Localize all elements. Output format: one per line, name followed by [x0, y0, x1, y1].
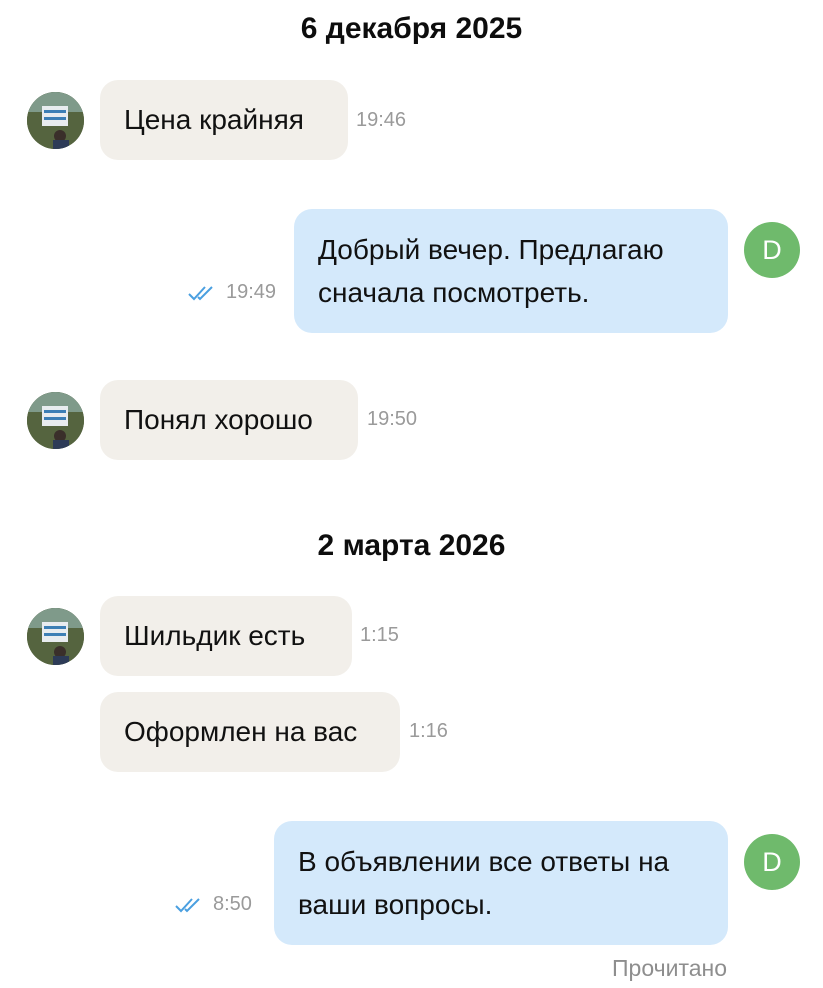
time-label: 1:16 — [409, 720, 448, 742]
time-label: 19:46 — [356, 109, 407, 131]
message-text: Цена крайняя — [124, 104, 304, 135]
time-label: 8:50 — [213, 893, 252, 915]
read-check-icon — [188, 285, 218, 301]
message-time: 19:50 — [367, 408, 417, 431]
read-check-icon — [175, 897, 205, 913]
message-line: В объявлении все ответы на — [298, 846, 670, 877]
message-time: 1:16 — [409, 720, 448, 743]
message-time: 1:15 — [360, 624, 399, 647]
incoming-message-bubble[interactable]: Шильдик есть — [100, 596, 352, 676]
incoming-message-bubble[interactable]: Цена крайняя — [100, 80, 348, 160]
message-time: 19:49 — [188, 281, 276, 304]
message-time: 19:46 — [356, 109, 406, 132]
date-separator: 2 марта 2026 — [317, 529, 506, 562]
message-line: ваши вопросы. — [298, 889, 493, 920]
outgoing-message-bubble[interactable]: Добрый вечер. Предлагаю сначала посмотре… — [294, 209, 728, 333]
avatar-letter: D — [762, 846, 782, 877]
time-label: 19:49 — [226, 281, 277, 303]
message-text: Шильдик есть — [124, 620, 306, 651]
contact-avatar[interactable] — [27, 608, 84, 665]
contact-avatar[interactable] — [27, 392, 84, 449]
outgoing-message-bubble[interactable]: В объявлении все ответы на ваши вопросы. — [274, 821, 728, 945]
incoming-message-bubble[interactable]: Понял хорошо — [100, 380, 358, 460]
chat-thread: 6 декабря 2025 Цена крайняя 19:46 19:49 … — [0, 0, 823, 988]
avatar-letter: D — [762, 234, 782, 265]
message-time: 8:50 — [175, 893, 252, 916]
time-label: 19:50 — [367, 408, 418, 430]
date-separator: 6 декабря 2025 — [300, 12, 523, 45]
message-line: сначала посмотреть. — [318, 277, 590, 308]
time-label: 1:15 — [360, 624, 399, 646]
user-avatar[interactable]: D — [744, 222, 800, 278]
incoming-message-bubble[interactable]: Оформлен на вас — [100, 692, 400, 772]
message-text: Понял хорошо — [124, 404, 313, 435]
message-line: Добрый вечер. Предлагаю — [318, 234, 664, 265]
message-text: Оформлен на вас — [124, 716, 358, 747]
contact-avatar[interactable] — [27, 92, 84, 149]
user-avatar[interactable]: D — [744, 834, 800, 890]
read-status: Прочитано — [612, 955, 727, 981]
